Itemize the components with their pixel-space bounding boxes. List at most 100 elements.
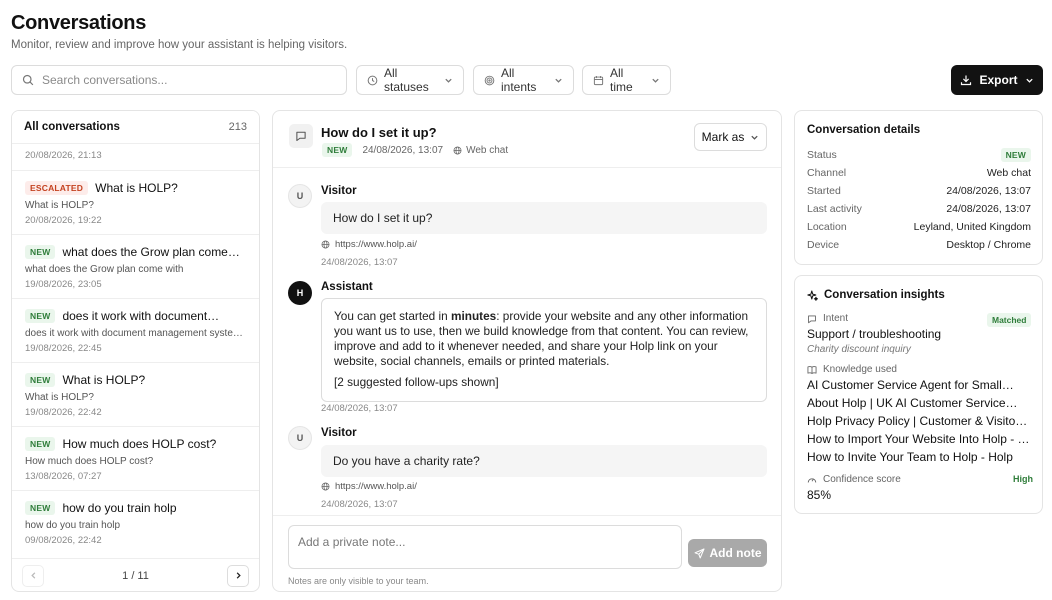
chevron-down-icon [1025, 76, 1034, 85]
next-page-button[interactable] [227, 564, 249, 587]
message-url: https://www.holp.ai/ [321, 239, 417, 250]
add-note-label: Add note [709, 546, 762, 560]
note-composer: Add note Notes are only visible to your … [273, 515, 781, 591]
page-indicator: 1 / 11 [122, 569, 149, 582]
conversation-details-card: Conversation details Status NEW Channel … [794, 110, 1043, 265]
message-time: 24/08/2026, 13:07 [321, 499, 398, 510]
search-input[interactable] [42, 73, 332, 87]
knowledge-source-link[interactable]: About Holp | UK AI Customer Service… [807, 396, 1031, 410]
conversation-transcript-panel: How do I set it up? NEW 24/08/2026, 13:0… [272, 110, 782, 592]
list-item-date: 13/08/2026, 07:27 [25, 471, 102, 482]
list-item[interactable]: NEW how do you train holp how do you tra… [12, 490, 259, 554]
export-button[interactable]: Export [951, 65, 1043, 95]
conversation-list-header: All conversations 213 [12, 111, 259, 144]
insights-header: Conversation insights [807, 289, 1030, 301]
status-badge: ESCALATED [25, 181, 89, 195]
mark-as-label: Mark as [701, 130, 745, 144]
intent-label: Intent [807, 313, 848, 324]
filter-intent[interactable]: All intents [473, 65, 574, 95]
list-item-title: does it work with document… [62, 309, 220, 323]
knowledge-source-link[interactable]: Holp Privacy Policy | Customer & Visitor… [807, 414, 1031, 428]
detail-row-last-activity: Last activity 24/08/2026, 13:07 [807, 203, 1031, 215]
intent-subcategory: Charity discount inquiry [807, 344, 911, 355]
message-sender: Visitor [321, 185, 357, 197]
search-icon [22, 74, 34, 86]
channel-label: Web chat [466, 144, 509, 156]
knowledge-source-link[interactable]: How to Invite Your Team to Holp - Holp [807, 450, 1031, 464]
status-badge: NEW [25, 309, 56, 323]
globe-icon [321, 240, 330, 249]
conversation-meta: NEW 24/08/2026, 13:07 Web chat [322, 143, 508, 157]
intent-value: Support / troubleshooting [807, 327, 942, 341]
knowledge-source-link[interactable]: How to Import Your Website Into Holp - H… [807, 432, 1031, 446]
list-item-title: What is HOLP? [62, 373, 146, 387]
message-note: [2 suggested follow-ups shown] [334, 375, 499, 389]
calendar-icon [593, 75, 604, 86]
prev-page-button[interactable] [22, 564, 44, 587]
confidence-value: 85% [807, 488, 832, 502]
chevron-down-icon [444, 76, 453, 85]
gauge-icon [807, 477, 817, 483]
send-icon [694, 548, 704, 558]
export-label: Export [979, 73, 1018, 87]
mark-as-dropdown[interactable]: Mark as [694, 123, 767, 151]
add-note-button[interactable]: Add note [688, 539, 767, 567]
conversation-channel: Web chat [453, 145, 508, 156]
chevron-down-icon [554, 76, 563, 85]
list-item[interactable]: NEW what does the Grow plan come with wh… [12, 234, 259, 298]
conversation-list-title: All conversations [24, 121, 120, 133]
knowledge-source-link[interactable]: AI Customer Service Agent for Small… [807, 378, 1031, 392]
message-sender: Visitor [321, 427, 357, 439]
insights-title: Conversation insights [824, 289, 945, 301]
list-item-date: 20/08/2026, 21:13 [25, 150, 102, 161]
message-time: 24/08/2026, 13:07 [321, 403, 398, 414]
message-url-text[interactable]: https://www.holp.ai/ [335, 481, 417, 492]
list-item[interactable]: NEW does it work with document… does it … [12, 298, 259, 362]
detail-row-location: Location Leyland, United Kingdom [807, 221, 1031, 233]
message-text: You can get started in minutes: provide … [334, 309, 749, 368]
filter-time[interactable]: All time [582, 65, 671, 95]
globe-icon [453, 146, 462, 154]
detail-row-channel: Channel Web chat [807, 167, 1031, 179]
filter-status[interactable]: All statuses [356, 65, 464, 95]
filter-status-label: All statuses [384, 66, 429, 94]
intent-match-badge: Matched [987, 313, 1032, 327]
list-item-title: what does the Grow plan come with [62, 245, 243, 259]
message-url-text[interactable]: https://www.holp.ai/ [335, 239, 417, 250]
list-item-date: 19/08/2026, 23:05 [25, 279, 102, 290]
list-item-preview: does it work with document management sy… [25, 328, 246, 339]
conversation-list-panel: All conversations 213 20/08/2026, 21:13 … [11, 110, 260, 592]
list-item[interactable]: NEW How much does HOLP cost? How much do… [12, 426, 259, 490]
message-sender: Assistant [321, 281, 373, 293]
chevron-down-icon [751, 135, 758, 140]
message-url: https://www.holp.ai/ [321, 481, 417, 492]
status-badge: NEW [25, 373, 56, 387]
detail-row-started: Started 24/08/2026, 13:07 [807, 185, 1031, 197]
list-item-date: 19/08/2026, 22:45 [25, 343, 102, 354]
pagination: 1 / 11 [12, 558, 259, 591]
conversation-header: How do I set it up? NEW 24/08/2026, 13:0… [273, 111, 781, 168]
list-item-title: how do you train holp [62, 501, 177, 515]
note-hint: Notes are only visible to your team. [288, 576, 429, 586]
filter-time-label: All time [610, 66, 633, 94]
list-item[interactable]: NEW What is HOLP? What is HOLP? 19/08/20… [12, 362, 259, 426]
list-item-preview: How much does HOLP cost? [25, 456, 154, 467]
book-icon [807, 365, 817, 374]
list-item[interactable]: ESCALATED What is HOLP? What is HOLP? 20… [12, 170, 259, 234]
conversation-insights-card: Conversation insights Intent Matched Sup… [794, 275, 1043, 514]
sparkle-icon [807, 290, 818, 301]
search-box[interactable] [11, 65, 347, 95]
chevron-right-icon [236, 572, 241, 579]
message-bubble: Do you have a charity rate? [321, 445, 767, 477]
avatar: U [288, 426, 312, 450]
status-badge: NEW [1000, 148, 1031, 162]
list-item-title: How much does HOLP cost? [62, 437, 217, 451]
private-note-input[interactable] [288, 525, 682, 569]
chevron-down-icon [651, 76, 660, 85]
conversation-title: How do I set it up? [321, 125, 437, 140]
page-title: Conversations [11, 12, 147, 34]
status-badge: NEW [25, 437, 56, 451]
knowledge-label: Knowledge used [807, 364, 897, 375]
list-item-preview: what does the Grow plan come with [25, 264, 184, 275]
list-item-preview: how do you train holp [25, 520, 121, 531]
